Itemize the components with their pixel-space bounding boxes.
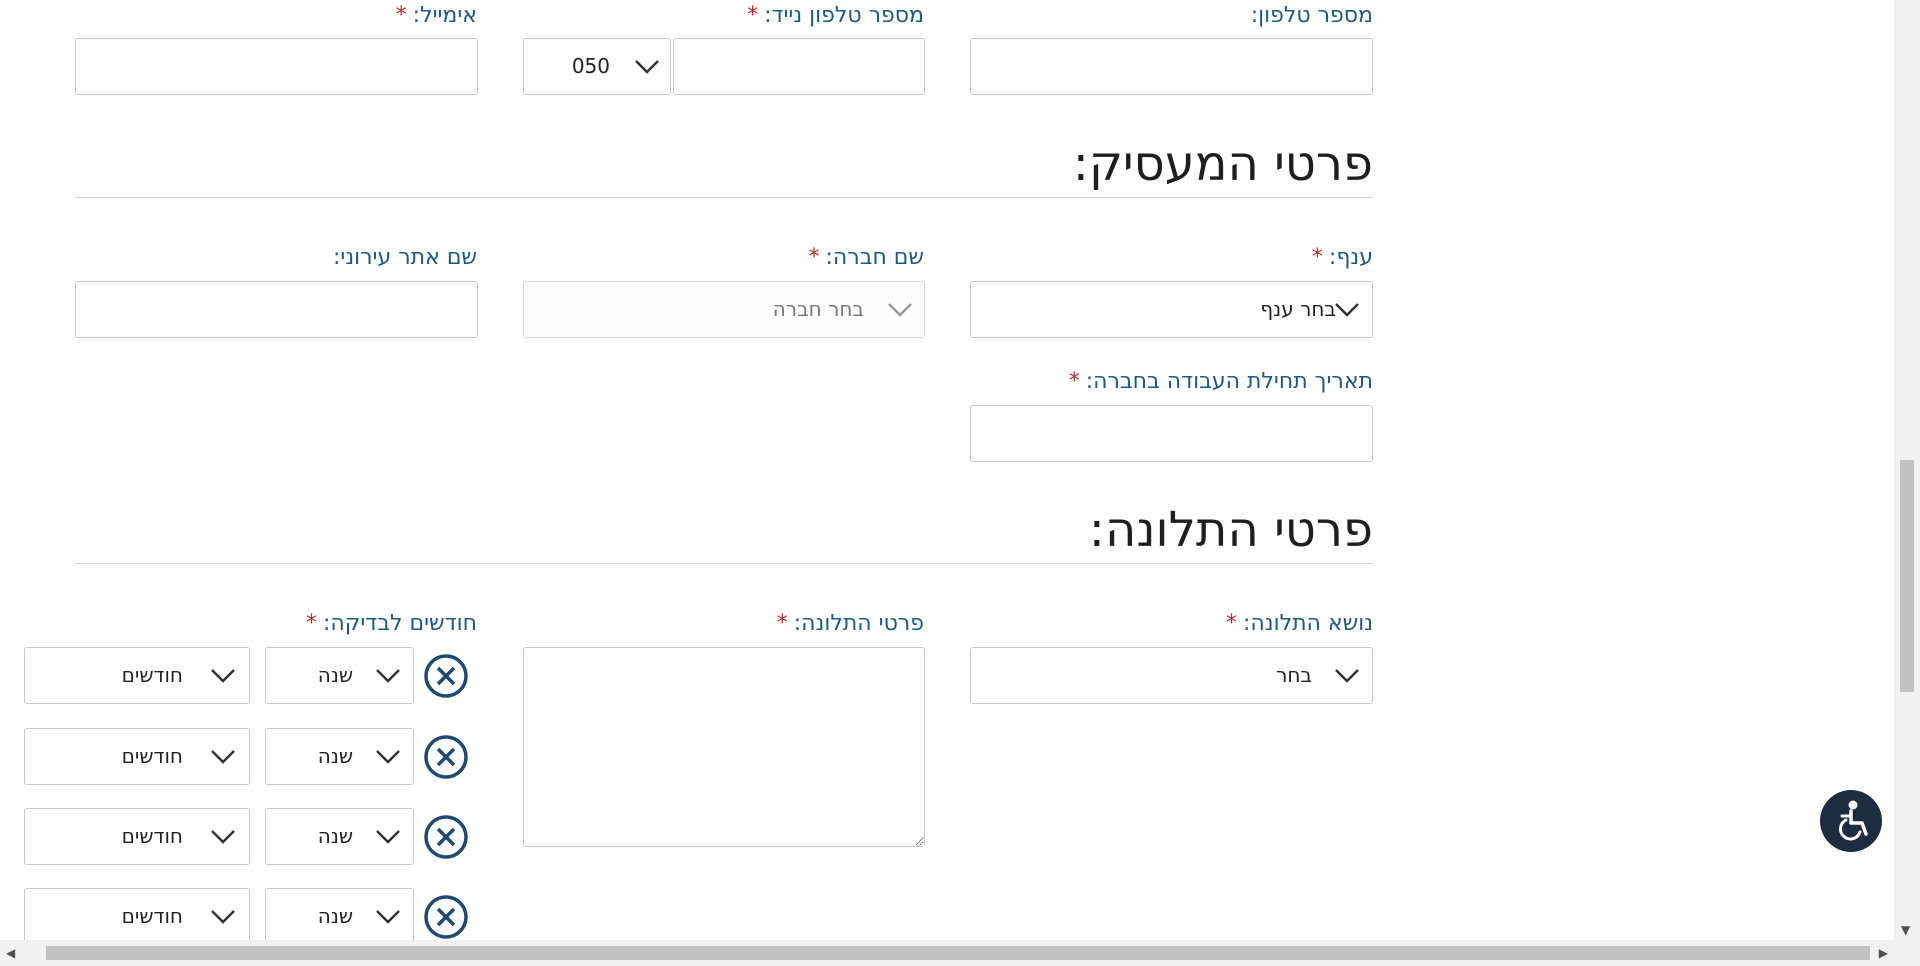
company-select[interactable]: בחר חברה [523,281,925,338]
chevron-down-icon [211,910,235,924]
chevron-down-icon [376,750,400,764]
scroll-right-arrow-icon[interactable]: ▶ [1879,947,1888,959]
phone-label: מספר טלפון: [1250,3,1373,28]
year-select-value: שנה [317,744,353,768]
scroll-down-arrow-icon[interactable]: ▼ [1901,924,1910,936]
complaint-topic-label: נושא התלונה:* [1225,611,1373,636]
company-select-value: בחר חברה [772,297,864,321]
year-select-value: שנה [317,904,353,928]
email-label: אימייל:* [395,3,477,28]
required-mark: * [776,611,788,636]
chevron-down-icon [211,669,235,683]
wheelchair-icon [1838,800,1868,841]
months-select[interactable]: חודשים [24,808,250,865]
scroll-left-arrow-icon[interactable]: ◀ [6,947,15,959]
close-circle-icon[interactable] [423,734,469,780]
complaint-details-label: פרטי התלונה:* [776,611,924,636]
mobile-prefix-select[interactable]: 050 [523,38,671,95]
branch-select[interactable]: בחר ענף [970,281,1373,338]
chevron-down-icon [376,910,400,924]
required-mark: * [747,3,759,28]
city-site-label: שם אתר עירוני: [333,245,477,270]
horizontal-scrollbar[interactable]: ◀ ▶ [0,940,1894,966]
branch-label: ענף:* [1311,245,1373,270]
months-select[interactable]: חודשים [24,888,250,945]
mobile-label: מספר טלפון נייד:* [747,3,924,28]
email-input[interactable] [75,38,478,95]
required-mark: * [395,3,407,28]
accessibility-button[interactable] [1820,790,1882,852]
city-site-input[interactable] [75,281,478,338]
close-circle-icon[interactable] [423,653,469,699]
year-select-value: שנה [317,824,353,848]
close-circle-icon[interactable] [423,894,469,940]
chevron-down-icon [1335,669,1359,683]
complaint-details-textarea[interactable] [523,647,925,847]
mobile-prefix-value: 050 [571,54,610,78]
start-date-input[interactable] [970,405,1373,462]
employer-section-title: פרטי המעסיק: [1072,136,1373,192]
chevron-down-icon [211,830,235,844]
year-select[interactable]: שנה [265,647,414,704]
start-date-label: תאריך תחילת העבודה בחברה:* [1068,369,1373,394]
company-label: שם חברה:* [808,245,924,270]
months-select[interactable]: חודשים [24,728,250,785]
required-mark: * [1068,369,1080,394]
required-mark: * [305,611,317,636]
chevron-down-icon [888,303,912,317]
required-mark: * [1311,245,1323,270]
close-circle-icon[interactable] [423,814,469,860]
required-mark: * [808,245,820,270]
vertical-scrollbar-thumb[interactable] [1900,460,1914,692]
divider [75,563,1373,564]
mobile-number-input[interactable] [673,38,925,95]
months-select-value: חודשים [121,904,183,928]
months-select[interactable]: חודשים [24,647,250,704]
chevron-down-icon [635,60,659,74]
chevron-down-icon [211,750,235,764]
months-select-value: חודשים [121,663,183,687]
phone-input[interactable] [970,38,1373,95]
year-select[interactable]: שנה [265,728,414,785]
year-select[interactable]: שנה [265,808,414,865]
required-mark: * [1225,611,1237,636]
chevron-down-icon [376,830,400,844]
complaint-section-title: פרטי התלונה: [1088,502,1373,558]
complaint-topic-select[interactable]: בחר [970,647,1373,704]
divider [75,197,1373,198]
year-select-value: שנה [317,663,353,687]
scrollbar-corner [1894,940,1920,966]
months-select-value: חודשים [121,744,183,768]
chevron-down-icon [376,669,400,683]
months-to-check-label: חודשים לבדיקה:* [305,611,477,636]
horizontal-scrollbar-thumb[interactable] [46,946,1870,960]
chevron-down-icon [1335,303,1359,317]
year-select[interactable]: שנה [265,888,414,945]
branch-select-value: בחר ענף [1260,297,1336,321]
vertical-scrollbar[interactable]: ▼ [1894,0,1920,940]
months-select-value: חודשים [121,824,183,848]
complaint-topic-value: בחר [1276,663,1312,687]
